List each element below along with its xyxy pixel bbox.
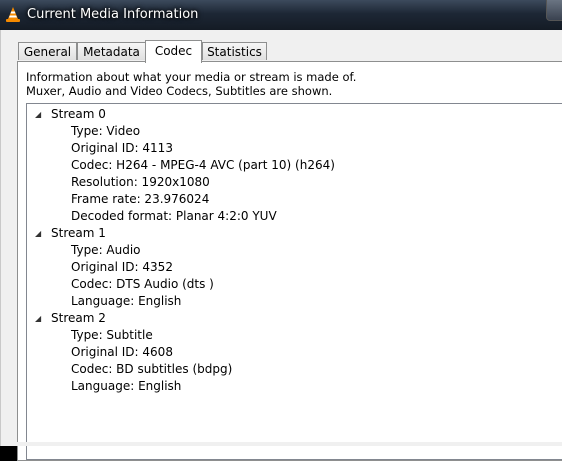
stream-attribute[interactable]: Codec: DTS Audio (dts ) xyxy=(71,276,214,293)
stream-node[interactable]: Stream 1 xyxy=(51,225,106,242)
stream-node[interactable]: Stream 2 xyxy=(51,310,106,327)
vlc-cone-icon xyxy=(6,7,20,22)
stream-attribute[interactable]: Original ID: 4608 xyxy=(71,344,173,361)
collapse-arrow-icon[interactable]: ◢ xyxy=(35,225,45,242)
description-line-2: Muxer, Audio and Video Codecs, Subtitles… xyxy=(26,84,333,98)
stream-attribute[interactable]: Type: Audio xyxy=(71,242,141,259)
stream-attribute[interactable]: Original ID: 4352 xyxy=(71,259,173,276)
close-button[interactable] xyxy=(546,0,562,21)
stream-attribute[interactable]: Resolution: 1920x1080 xyxy=(71,174,210,191)
collapse-arrow-icon[interactable]: ◢ xyxy=(35,106,45,123)
stream-attribute[interactable]: Language: English xyxy=(71,378,181,395)
stream-attribute[interactable]: Frame rate: 23.976024 xyxy=(71,191,209,208)
description-line-1: Information about what your media or str… xyxy=(26,70,357,84)
stream-attribute[interactable]: Original ID: 4113 xyxy=(71,140,173,157)
stream-attribute[interactable]: Language: English xyxy=(71,293,181,310)
dialog-body: General Metadata Codec Statistics Inform… xyxy=(0,30,562,461)
stream-attribute[interactable]: Codec: BD subtitles (bdpg) xyxy=(71,361,232,378)
tab-general[interactable]: General xyxy=(18,42,77,60)
stream-node[interactable]: Stream 0 xyxy=(51,106,106,123)
collapse-arrow-icon[interactable]: ◢ xyxy=(35,310,45,327)
stream-tree[interactable]: ◢ Stream 0 Type: Video Original ID: 4113 Cod… xyxy=(26,103,562,460)
stream-attribute[interactable]: Type: Subtitle xyxy=(71,327,153,344)
stream-attribute[interactable]: Codec: H264 - MPEG-4 AVC (part 10) (h264… xyxy=(71,157,335,174)
tab-codec[interactable]: Codec xyxy=(145,40,202,63)
stream-attribute[interactable]: Type: Video xyxy=(71,123,140,140)
stream-attribute[interactable]: Decoded format: Planar 4:2:0 YUV xyxy=(71,208,277,225)
tab-statistics[interactable]: Statistics xyxy=(202,42,267,60)
tab-metadata[interactable]: Metadata xyxy=(77,42,146,60)
window-title: Current Media Information xyxy=(27,7,199,22)
panel-bottom xyxy=(17,442,562,446)
title-bar[interactable]: Current Media Information xyxy=(0,0,562,30)
codec-description: Information about what your media or str… xyxy=(26,70,356,98)
